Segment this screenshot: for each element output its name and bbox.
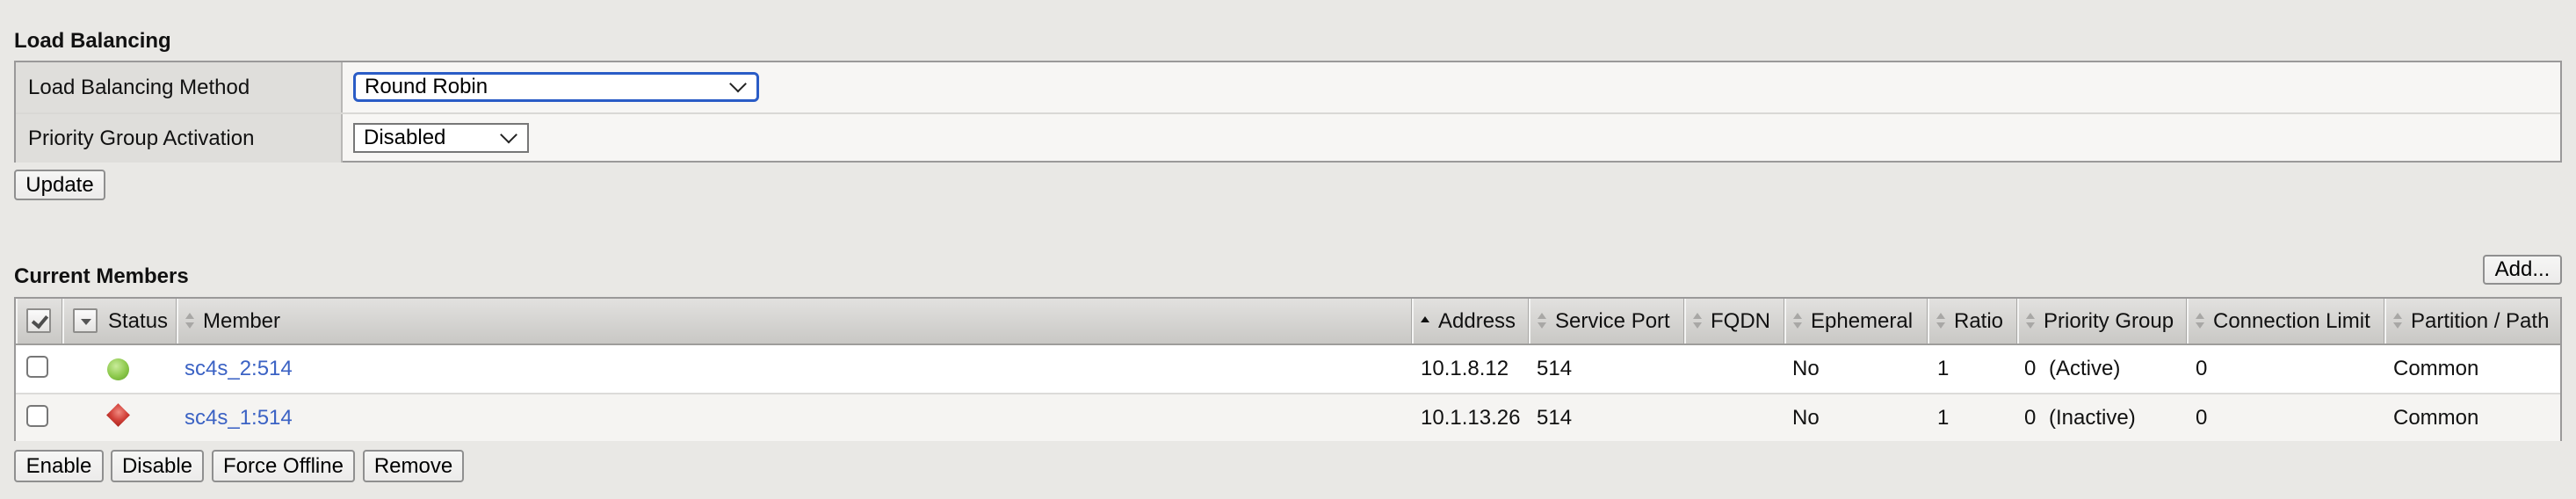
table-row: sc4s_2:514 10.1.8.12 514 No 1 0 (Active)… — [16, 345, 2560, 393]
priority-group-activation-row: Priority Group Activation Disabled — [16, 112, 2560, 163]
members-table-header: Status Member Address Service Port FQDN … — [16, 299, 2560, 345]
header-service-port-label: Service Port — [1555, 309, 1670, 333]
header-fqdn-label: FQDN — [1711, 309, 1770, 333]
priority-group-activation-value: Disabled — [364, 126, 446, 149]
sort-icon — [1793, 312, 1802, 329]
row-checkbox[interactable] — [26, 356, 48, 378]
sort-ascending-icon — [1421, 313, 1429, 329]
header-connection-limit-label: Connection Limit — [2213, 309, 2370, 333]
sort-icon — [1538, 312, 1546, 329]
header-member-label: Member — [203, 309, 281, 333]
load-balancing-title: Load Balancing — [14, 29, 171, 53]
ratio-cell: 1 — [1937, 357, 1950, 380]
priority-group-activation-select[interactable]: Disabled — [353, 123, 529, 153]
ratio-cell: 1 — [1937, 406, 1950, 430]
sort-icon — [1693, 312, 1702, 329]
header-partition-label: Partition / Path — [2411, 309, 2550, 333]
priority-group-activation-label: Priority Group Activation — [16, 114, 343, 163]
table-row: sc4s_1:514 10.1.13.26 514 No 1 0 (Inacti… — [16, 393, 2560, 441]
priority-state-cell: (Active) — [2049, 357, 2121, 380]
header-priority-group-label: Priority Group — [2044, 309, 2174, 333]
ephemeral-cell: No — [1792, 357, 1820, 380]
priority-state-cell: (Inactive) — [2049, 406, 2136, 430]
sort-icon — [1936, 312, 1945, 329]
header-ratio[interactable]: Ratio — [1928, 299, 2017, 344]
select-all-checkbox[interactable] — [26, 308, 51, 333]
header-ephemeral[interactable]: Ephemeral — [1784, 299, 1928, 344]
status-available-icon — [107, 358, 129, 380]
service-port-cell: 514 — [1537, 357, 1573, 380]
sort-icon — [2026, 312, 2035, 329]
chevron-down-icon — [729, 75, 747, 93]
header-member[interactable]: Member — [177, 299, 1412, 344]
header-address-label: Address — [1438, 309, 1516, 333]
header-select-all-cell — [16, 299, 62, 344]
lb-method-value: Round Robin — [365, 75, 488, 98]
sort-icon — [2196, 312, 2204, 329]
member-link[interactable]: sc4s_1:514 — [185, 406, 293, 430]
partition-cell: Common — [2393, 406, 2479, 430]
service-port-cell: 514 — [1537, 406, 1573, 430]
header-status[interactable]: Status — [62, 299, 177, 344]
header-ephemeral-label: Ephemeral — [1811, 309, 1914, 333]
header-connection-limit[interactable]: Connection Limit — [2187, 299, 2384, 344]
status-filter-dropdown[interactable] — [73, 308, 98, 333]
checkmark-icon — [31, 311, 49, 329]
triangle-down-icon — [81, 319, 91, 325]
header-partition[interactable]: Partition / Path — [2384, 299, 2560, 344]
chevron-down-icon — [500, 126, 517, 144]
force-offline-button[interactable]: Force Offline — [212, 450, 355, 482]
priority-group-cell: 0 — [2024, 357, 2037, 380]
disable-button[interactable]: Disable — [111, 450, 204, 482]
row-checkbox[interactable] — [26, 405, 48, 427]
lb-method-label: Load Balancing Method — [16, 62, 343, 112]
add-member-button[interactable]: Add... — [2483, 255, 2562, 285]
remove-button[interactable]: Remove — [363, 450, 464, 482]
update-button[interactable]: Update — [14, 170, 105, 200]
status-offline-icon — [106, 403, 130, 427]
header-address[interactable]: Address — [1412, 299, 1529, 344]
header-priority-group[interactable]: Priority Group — [2017, 299, 2187, 344]
header-status-label: Status — [108, 309, 169, 333]
sort-icon — [185, 312, 194, 329]
header-fqdn[interactable]: FQDN — [1684, 299, 1784, 344]
ephemeral-cell: No — [1792, 406, 1820, 430]
lb-method-row: Load Balancing Method Round Robin — [16, 62, 2560, 112]
address-cell: 10.1.13.26 — [1421, 406, 1521, 430]
enable-button[interactable]: Enable — [14, 450, 104, 482]
lb-method-select[interactable]: Round Robin — [353, 72, 759, 102]
members-table: Status Member Address Service Port FQDN … — [14, 297, 2562, 441]
connection-limit-cell: 0 — [2196, 357, 2208, 380]
connection-limit-cell: 0 — [2196, 406, 2208, 430]
load-balancing-properties: Load Balancing Method Round Robin Priori… — [14, 61, 2562, 163]
address-cell: 10.1.8.12 — [1421, 357, 1509, 380]
priority-group-cell: 0 — [2024, 406, 2037, 430]
current-members-title: Current Members — [14, 264, 189, 288]
sort-icon — [2393, 312, 2402, 329]
partition-cell: Common — [2393, 357, 2479, 380]
member-link[interactable]: sc4s_2:514 — [185, 357, 293, 380]
header-service-port[interactable]: Service Port — [1529, 299, 1684, 344]
header-ratio-label: Ratio — [1954, 309, 2004, 333]
